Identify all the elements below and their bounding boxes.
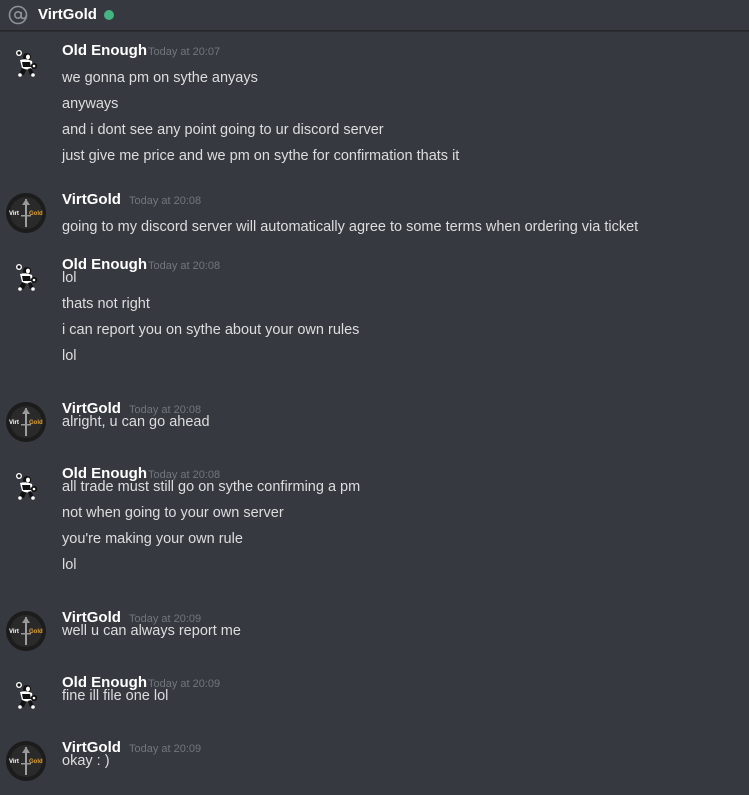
at-sign-icon: [8, 5, 28, 25]
virtgold-avatar[interactable]: Virt Gold: [6, 741, 46, 781]
message-timestamp: Today at 20:09: [129, 743, 202, 755]
message-group: Virt Gold VirtGold Today at 20:09 well u ca…: [0, 609, 749, 651]
message-text: going to my discord server will automati…: [62, 219, 639, 235]
message-text: lol: [62, 270, 77, 286]
message-group: Virt Gold Virt Gold Today at 20:09 okay : ): [0, 739, 749, 781]
message-group: Old Enough Today at 20:08 lol thats not rig…: [0, 256, 749, 364]
message-text: okay : ): [62, 753, 110, 769]
virtgold-avatar[interactable]: Virt Gold: [6, 193, 46, 233]
avatar-text-left: Virt: [9, 629, 19, 635]
message-author[interactable]: Old Enough: [62, 42, 147, 59]
avatar-text-left: Virt: [9, 211, 19, 217]
old-enough-avatar[interactable]: [6, 676, 46, 716]
message-text: we gonna pm on sythe anyays: [62, 70, 258, 86]
message-group: Virt Gold VirtGold Today at 20:08 going to …: [0, 191, 749, 235]
avatar-text-right: Gold: [29, 759, 43, 765]
message-list[interactable]: Old Enough Today at 20:07 we gonna pm on s…: [0, 31, 749, 795]
message-group: Old Enough Today at 20:07 we gonna pm on s…: [0, 42, 749, 164]
channel-header: VirtGold: [0, 0, 749, 31]
avatar-text-right: Gold: [29, 211, 43, 217]
message-text: you're making your own rule: [62, 531, 243, 547]
avatar-text-right: Gold: [29, 629, 43, 635]
avatar-text-left: Virt: [9, 420, 19, 426]
old-enough-avatar[interactable]: [6, 467, 46, 507]
message-text: alright, u can go ahead: [62, 414, 210, 430]
message-text: thats not right: [62, 296, 150, 312]
message-group: Virt Gold VirtGold Today at 20:08 alright, …: [0, 400, 749, 442]
message-text: and i dont see any point going to ur dis…: [62, 122, 384, 138]
avatar-text-left: Virt: [9, 759, 19, 765]
message-group: Old Enough Today at 20:09 fine ill file on…: [0, 674, 749, 716]
message-timestamp: Today at 20:08: [148, 260, 221, 272]
message-text: just give me price and we pm on sythe fo…: [62, 148, 460, 164]
message-text: lol: [62, 348, 77, 364]
message-timestamp: Today at 20:07: [148, 46, 221, 58]
message-author[interactable]: VirtGold: [62, 191, 121, 208]
virtgold-avatar[interactable]: Virt Gold: [6, 402, 46, 442]
message-text: anyways: [62, 96, 119, 112]
message-timestamp: Today at 20:08: [129, 195, 202, 207]
avatar-text-right: Gold: [29, 420, 43, 426]
message-group: Old Enough Today at 20:08 all trade must s…: [0, 465, 749, 573]
old-enough-avatar[interactable]: [6, 258, 46, 298]
message-text: i can report you on sythe about your own…: [62, 322, 360, 338]
virtgold-avatar[interactable]: Virt Gold: [6, 611, 46, 651]
message-text: all trade must still go on sythe confirm…: [62, 479, 361, 495]
old-enough-avatar[interactable]: [6, 44, 46, 84]
message-text: well u can always report me: [62, 623, 241, 639]
message-text: lol: [62, 557, 77, 573]
message-text: fine ill file one lol: [62, 688, 169, 704]
message-text: not when going to your own server: [62, 505, 284, 521]
channel-title[interactable]: VirtGold: [38, 6, 97, 23]
online-status-indicator: [104, 10, 114, 20]
